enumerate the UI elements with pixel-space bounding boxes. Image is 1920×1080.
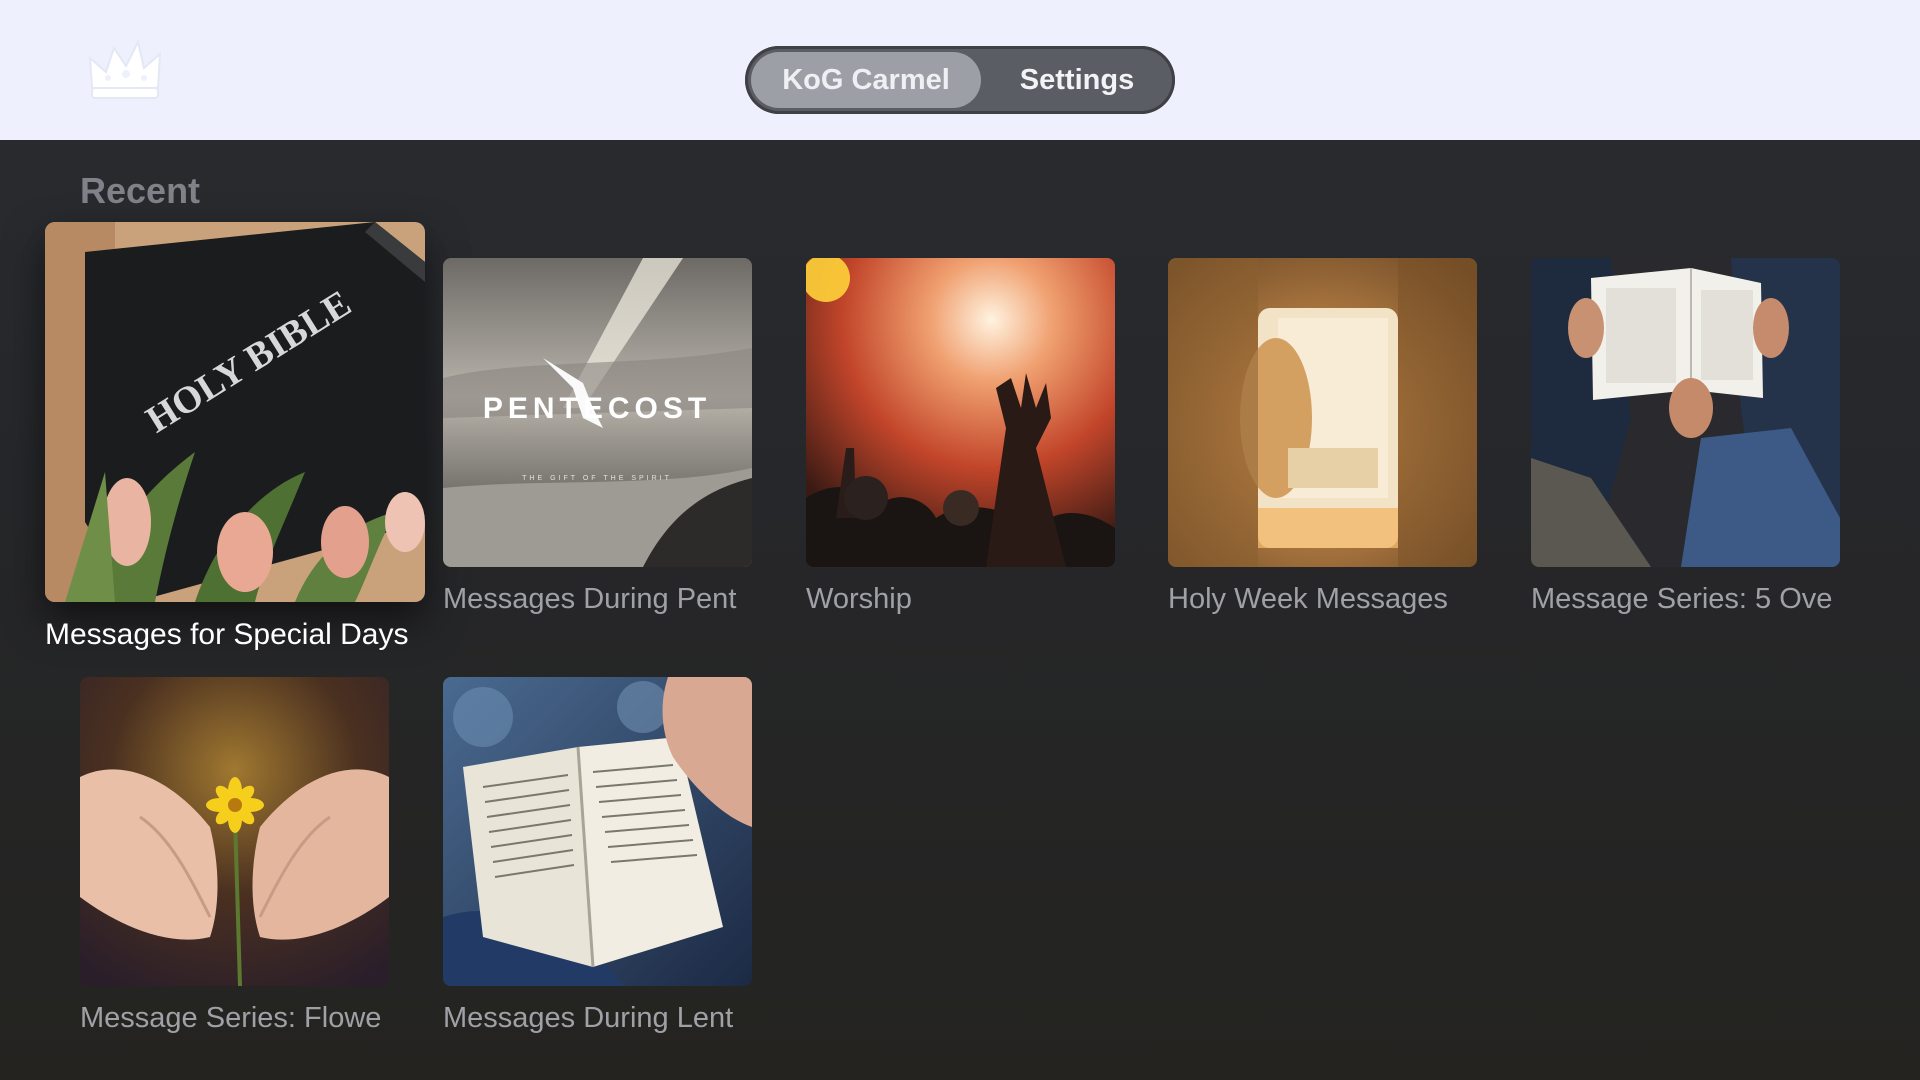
tab-kog-carmel[interactable]: KoG Carmel	[751, 52, 981, 108]
tile-title: Messages During Pent	[443, 583, 737, 615]
tile-artwork	[1168, 258, 1477, 567]
tile-artwork	[1531, 258, 1840, 567]
collection-tile-worship[interactable]: Worship	[806, 258, 1115, 628]
section-title: Recent	[80, 170, 201, 211]
top-bar: KoG Carmel Settings	[0, 0, 1920, 140]
tile-artwork	[80, 677, 389, 986]
crown-icon	[88, 39, 162, 99]
tile-title: Messages During Lent	[443, 1002, 734, 1034]
image-text-pentecost: PENTECOST	[483, 392, 711, 425]
tile-title: Holy Week Messages	[1168, 583, 1448, 615]
tab-settings[interactable]: Settings	[985, 52, 1169, 108]
collection-tile-five-series[interactable]: Message Series: 5 Ove	[1531, 258, 1840, 628]
collection-tile-lent[interactable]: Messages During Lent	[443, 677, 752, 1047]
image-subtext-pentecost: THE GIFT OF THE SPIRIT	[522, 475, 672, 482]
tile-title: Message Series: 5 Ove	[1531, 583, 1833, 615]
tile-artwork: PENTECOST THE GIFT OF THE SPIRIT	[443, 258, 752, 567]
tile-artwork	[443, 677, 752, 986]
tab-bar: KoG Carmel Settings	[745, 46, 1175, 114]
tile-title: Worship	[806, 583, 912, 615]
tile-artwork: HOLY BIBLE	[45, 222, 425, 602]
tile-artwork	[806, 258, 1115, 567]
tile-title: Message Series: Flowe	[80, 1002, 382, 1034]
collection-tile-holy-week[interactable]: Holy Week Messages	[1168, 258, 1477, 628]
collection-tile-special-days[interactable]: HOLY BIBLE Messages for Special Days	[45, 222, 425, 662]
collection-tile-flower-series[interactable]: Message Series: Flowe	[80, 677, 389, 1047]
tile-title: Messages for Special Days	[45, 618, 409, 651]
collection-tile-pentecost[interactable]: PENTECOST THE GIFT OF THE SPIRIT Message…	[443, 258, 752, 628]
